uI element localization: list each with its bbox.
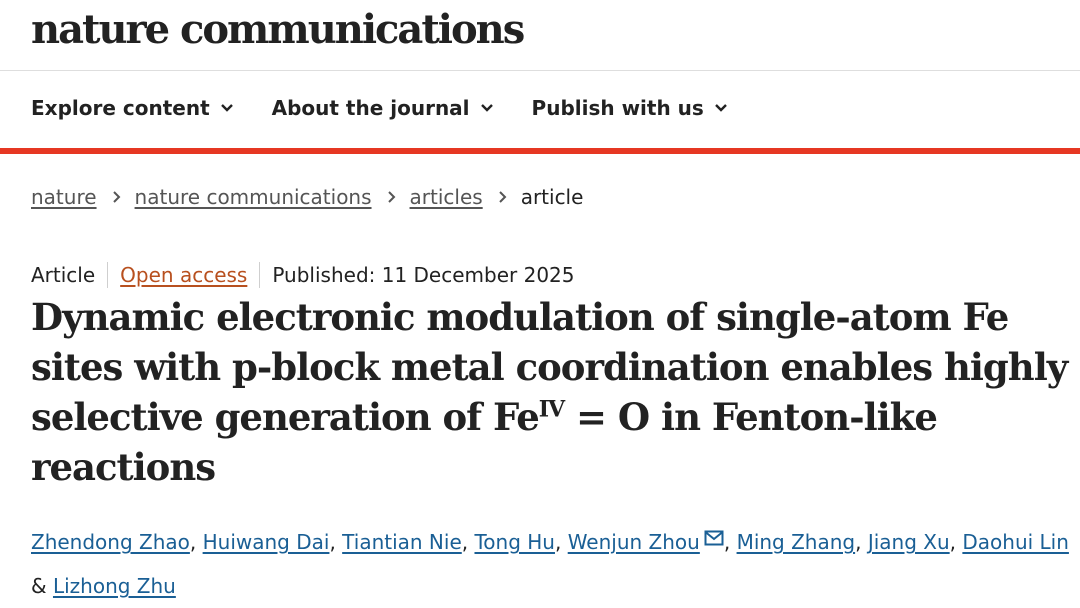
author-link[interactable]: Tiantian Nie bbox=[342, 530, 462, 554]
author-link[interactable]: Lizhong Zhu bbox=[53, 574, 176, 598]
chevron-down-icon bbox=[714, 104, 727, 112]
author-separator: , bbox=[329, 530, 336, 554]
chevron-down-icon bbox=[480, 104, 493, 112]
article-title: Dynamic electronic modulation of single-… bbox=[31, 292, 1076, 492]
title-superscript: IV bbox=[538, 396, 565, 423]
nav-about-the-journal[interactable]: About the journal bbox=[272, 96, 494, 120]
nav-item-label: About the journal bbox=[271, 96, 470, 120]
author-link[interactable]: Jiang Xu bbox=[868, 530, 950, 554]
chevron-right-icon bbox=[387, 191, 395, 203]
author-list: Zhendong Zhao, Huiwang Dai, Tiantian Nie… bbox=[31, 520, 1071, 608]
author-link[interactable]: Ming Zhang bbox=[737, 530, 856, 554]
author-link[interactable]: Wenjun Zhou bbox=[568, 530, 700, 554]
author-separator: , bbox=[949, 530, 957, 554]
published-date: Published: 11 December 2025 bbox=[272, 263, 575, 287]
open-access-link[interactable]: Open access bbox=[120, 263, 247, 287]
breadcrumb-articles[interactable]: articles bbox=[410, 185, 483, 209]
chevron-right-icon bbox=[498, 191, 507, 203]
accent-bar bbox=[0, 148, 1080, 154]
main-nav: Explore content About the journal Publis… bbox=[31, 96, 766, 120]
nav-explore-content[interactable]: Explore content bbox=[31, 96, 234, 120]
author-separator: , bbox=[554, 530, 562, 554]
nav-item-label: Publish with us bbox=[531, 96, 704, 120]
meta-divider bbox=[259, 262, 261, 288]
header-divider bbox=[0, 70, 1080, 71]
chevron-down-icon bbox=[220, 104, 233, 112]
author-separator: , bbox=[855, 530, 862, 554]
breadcrumb: nature nature communications articles ar… bbox=[31, 185, 583, 209]
breadcrumb-current: article bbox=[520, 185, 584, 209]
author-separator: , bbox=[723, 530, 731, 554]
author-link[interactable]: Huiwang Dai bbox=[203, 530, 330, 554]
nav-item-label: Explore content bbox=[31, 96, 210, 120]
author-conjunction: & bbox=[31, 574, 47, 598]
author-link[interactable]: Daohui Lin bbox=[962, 530, 1069, 554]
journal-logo[interactable]: nature communications bbox=[31, 6, 525, 53]
chevron-right-icon bbox=[112, 191, 120, 203]
breadcrumb-nature[interactable]: nature bbox=[31, 185, 97, 209]
article-type: Article bbox=[31, 263, 96, 287]
breadcrumb-nature-communications[interactable]: nature communications bbox=[135, 185, 372, 209]
meta-divider bbox=[107, 262, 109, 288]
author-link[interactable]: Zhendong Zhao bbox=[31, 530, 190, 554]
author-separator: , bbox=[461, 530, 469, 554]
author-link[interactable]: Tong Hu bbox=[474, 530, 555, 554]
author-separator: , bbox=[189, 530, 197, 554]
mail-icon[interactable] bbox=[704, 530, 724, 546]
nav-publish-with-us[interactable]: Publish with us bbox=[532, 96, 728, 120]
article-meta: Article Open access Published: 11 Decemb… bbox=[31, 262, 575, 288]
